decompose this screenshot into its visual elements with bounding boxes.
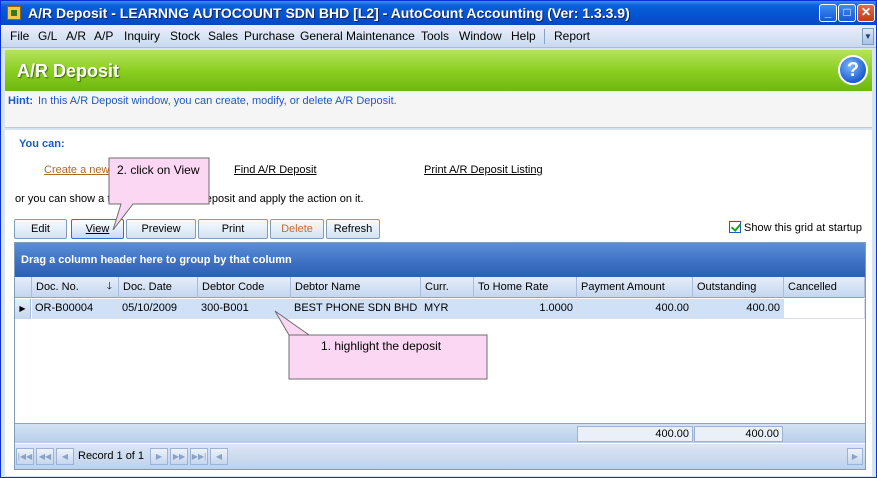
previous-record-icon[interactable]: ◀ (56, 448, 74, 465)
next-record-icon[interactable]: ▶ (150, 448, 168, 465)
you-can-label: You can: (19, 138, 65, 150)
menu-sales[interactable]: Sales (208, 29, 238, 43)
column-curr[interactable]: Curr. (421, 277, 474, 298)
scroll-right-icon[interactable]: ▶ (847, 448, 863, 465)
row-pointer-icon: ▶ (15, 299, 31, 319)
column-outstanding[interactable]: Outstanding (693, 277, 784, 298)
app-window: A/R Deposit - LEARNNG AUTOCOUNT SDN BHD … (0, 0, 877, 478)
previous-page-icon[interactable]: ◀◀ (36, 448, 54, 465)
scroll-left-icon[interactable]: ◀ (210, 448, 228, 465)
last-record-icon[interactable]: ▶▶| (190, 448, 208, 465)
menu-ap[interactable]: A/P (94, 29, 113, 43)
menu-report[interactable]: Report (554, 29, 590, 43)
cell-outstanding[interactable]: 400.00 (693, 299, 784, 319)
cell-cancelled[interactable] (784, 299, 865, 319)
column-doc-date[interactable]: Doc. Date (119, 277, 198, 298)
menu-help[interactable]: Help (511, 29, 536, 43)
window-title: A/R Deposit - LEARNNG AUTOCOUNT SDN BHD … (28, 5, 630, 21)
page-title: A/R Deposit (17, 61, 120, 81)
menu-bar: File G/L A/R A/P Inquiry Stock Sales Pur… (1, 25, 876, 48)
help-icon[interactable]: ? (838, 55, 868, 85)
group-by-hint: Drag a column header here to group by th… (21, 254, 292, 266)
title-bar: A/R Deposit - LEARNNG AUTOCOUNT SDN BHD … (1, 1, 876, 25)
close-icon[interactable]: ✕ (857, 4, 875, 22)
menu-purchase[interactable]: Purchase (244, 29, 295, 43)
edit-button[interactable]: Edit (14, 219, 67, 239)
startup-checkbox[interactable]: Show this grid at startup (729, 221, 862, 234)
total-outstanding: 400.00 (694, 426, 783, 442)
cell-payment-amount[interactable]: 400.00 (577, 299, 693, 319)
chevron-down-icon[interactable]: ▼ (862, 28, 874, 45)
create-new-link[interactable]: Create a new (44, 164, 109, 176)
menu-gl[interactable]: G/L (38, 29, 57, 43)
group-by-panel[interactable]: Drag a column header here to group by th… (15, 243, 865, 277)
menu-tools[interactable]: Tools (421, 29, 449, 43)
record-count: Record 1 of 1 (78, 450, 145, 462)
menu-file[interactable]: File (10, 29, 29, 43)
checkbox-checked-icon[interactable] (729, 221, 741, 233)
delete-button[interactable]: Delete (270, 219, 324, 239)
menu-window[interactable]: Window (459, 29, 502, 43)
column-debtor-code[interactable]: Debtor Code (198, 277, 291, 298)
view-callout-text: 2. click on View (117, 163, 200, 177)
print-listing-link[interactable]: Print A/R Deposit Listing (424, 164, 543, 176)
cell-doc-no[interactable]: OR-B00004 (32, 299, 119, 319)
cell-doc-date[interactable]: 05/10/2009 (119, 299, 198, 319)
column-doc-no[interactable]: Doc. No. 🡓 (32, 277, 119, 298)
column-header-row: Doc. No. 🡓 Doc. Date Debtor Code Debtor N… (15, 277, 865, 298)
column-payment-amount[interactable]: Payment Amount (577, 277, 693, 298)
menu-stock[interactable]: Stock (170, 29, 200, 43)
sort-descending-icon: 🡓 (106, 281, 112, 292)
menu-ar[interactable]: A/R (66, 29, 86, 43)
total-payment-amount: 400.00 (577, 426, 693, 442)
refresh-button[interactable]: Refresh (326, 219, 380, 239)
maximize-icon[interactable]: □ (838, 4, 856, 22)
first-record-icon[interactable]: |◀◀ (16, 448, 34, 465)
column-debtor-name[interactable]: Debtor Name (291, 277, 421, 298)
next-page-icon[interactable]: ▶▶ (170, 448, 188, 465)
totals-row: 400.00 400.00 (15, 423, 865, 443)
highlight-callout-text: 1. highlight the deposit (321, 339, 442, 353)
row-header-corner (15, 277, 32, 298)
menu-inquiry[interactable]: Inquiry (124, 29, 160, 43)
hint-panel: Hint: In this A/R Deposit window, you ca… (5, 91, 872, 128)
column-label: Doc. No. (36, 281, 79, 293)
record-navigator: |◀◀ ◀◀ ◀ Record 1 of 1 ▶ ▶▶ ▶▶| ◀ ▶ (15, 444, 865, 469)
header-band: A/R Deposit ? (5, 50, 872, 91)
minimize-icon[interactable]: _ (819, 4, 837, 22)
app-icon (7, 6, 21, 20)
find-deposit-link[interactable]: Find A/R Deposit (234, 164, 317, 176)
menu-general-maintenance[interactable]: General Maintenance (300, 29, 415, 43)
column-cancelled[interactable]: Cancelled (784, 277, 865, 298)
hint-text: In this A/R Deposit window, you can crea… (38, 95, 397, 107)
menu-separator (544, 29, 545, 44)
hint-label: Hint: (8, 95, 34, 107)
startup-label: Show this grid at startup (744, 222, 863, 234)
column-to-home-rate[interactable]: To Home Rate (474, 277, 577, 298)
